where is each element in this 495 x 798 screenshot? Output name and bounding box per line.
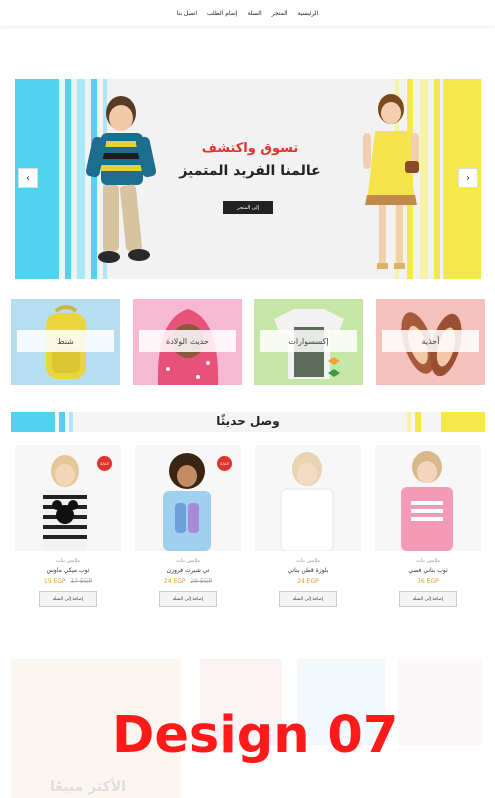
category-label: حديث الولادة xyxy=(139,330,236,352)
product-card: SALE ملابس بنات تي شيرت فروزن 24 EGP 26 … xyxy=(135,445,241,607)
product-price: 15 EGP 17 EGP xyxy=(15,578,121,585)
product-image[interactable]: SALE xyxy=(15,445,121,551)
nav-item-checkout[interactable]: إتمام الطلب xyxy=(207,10,238,17)
category-label: إكسسوارات xyxy=(260,330,357,352)
product-image[interactable]: SALE xyxy=(135,445,241,551)
current-price: 24 EGP xyxy=(163,578,186,585)
category-accessories[interactable]: إكسسوارات xyxy=(254,299,363,385)
hero-stripe xyxy=(420,79,428,279)
nav-item-cart[interactable]: السلة xyxy=(248,10,262,17)
hero-shop-button[interactable]: إلى المتجر xyxy=(223,201,273,214)
product-name[interactable]: تي شيرت فروزن xyxy=(135,567,241,574)
product-brand[interactable]: ملابس بنات xyxy=(375,558,481,564)
product-image[interactable] xyxy=(375,445,481,551)
slider-next-button[interactable]: › xyxy=(458,168,478,188)
nav-item-shop[interactable]: المتجر xyxy=(272,10,288,17)
old-price: 26 EGP xyxy=(190,578,213,585)
product-card: ملابس بنات بلوزة قطن بناتي 24 EGP إضافة … xyxy=(255,445,361,607)
add-to-cart-button[interactable]: إضافة إلى السلة xyxy=(279,591,337,607)
product-card: ملابس بنات ثوب بناتي فضي 16 EGP إضافة إل… xyxy=(375,445,481,607)
section-header: وصل حديثًا xyxy=(11,412,485,432)
faded-section-heading: الأكثر مبيعًا xyxy=(50,779,126,795)
category-bags[interactable]: شنط xyxy=(11,299,120,385)
hero-stripe xyxy=(65,79,71,279)
product-brand[interactable]: ملابس بنات xyxy=(15,558,121,564)
hero-subheadline: عالمنا الفريد المتميز xyxy=(179,163,321,179)
add-to-cart-button[interactable]: إضافة إلى السلة xyxy=(159,591,217,607)
product-photo xyxy=(401,451,453,551)
nav-menu: الرئيسية المتجر السلة إتمام الطلب اتصل ب… xyxy=(177,10,319,17)
hero-stripe xyxy=(434,79,440,279)
chevron-left-icon: ‹ xyxy=(26,172,30,184)
top-navigation: الرئيسية المتجر السلة إتمام الطلب اتصل ب… xyxy=(0,0,495,26)
sale-badge: SALE xyxy=(217,456,232,471)
current-price: 15 EGP xyxy=(43,578,66,585)
category-label: أحذية xyxy=(382,330,479,352)
girl-model-image xyxy=(363,94,419,269)
category-label: شنط xyxy=(17,330,114,352)
product-brand[interactable]: ملابس بنات xyxy=(135,558,241,564)
category-tiles: شنط حديث الولادة إكسسوارات أحذية xyxy=(11,299,485,385)
hero-banner: تسوق واكتشف عالمنا الفريد المتميز إلى ال… xyxy=(15,79,481,279)
slider-prev-button[interactable]: ‹ xyxy=(18,168,38,188)
product-price: 16 EGP xyxy=(375,578,481,585)
product-card: SALE ملابس بنات ثوب ميكي ماوس 15 EGP 17 … xyxy=(15,445,121,607)
section-title: وصل حديثًا xyxy=(216,414,280,428)
product-price: 24 EGP 26 EGP xyxy=(135,578,241,585)
product-brand[interactable]: ملابس بنات xyxy=(255,558,361,564)
product-photo xyxy=(280,452,334,551)
product-name[interactable]: بلوزة قطن بناتي xyxy=(255,567,361,574)
old-price: 17 EGP xyxy=(70,578,93,585)
category-shoes[interactable]: أحذية xyxy=(376,299,485,385)
faded-product-image xyxy=(398,659,482,745)
add-to-cart-button[interactable]: إضافة إلى السلة xyxy=(399,591,457,607)
boy-model-image xyxy=(85,96,157,263)
sale-badge: SALE xyxy=(97,456,112,471)
current-price: 16 EGP xyxy=(417,578,439,585)
hero-headline: تسوق واكتشف xyxy=(201,141,299,156)
current-price: 24 EGP xyxy=(297,578,319,585)
nav-item-home[interactable]: الرئيسية xyxy=(298,10,319,17)
product-price: 24 EGP xyxy=(255,578,361,585)
product-name[interactable]: ثوب ميكي ماوس xyxy=(15,567,121,574)
chevron-right-icon: › xyxy=(466,172,470,184)
product-name[interactable]: ثوب بناتي فضي xyxy=(375,567,481,574)
add-to-cart-button[interactable]: إضافة إلى السلة xyxy=(39,591,97,607)
product-image[interactable] xyxy=(255,445,361,551)
nav-item-contact[interactable]: اتصل بنا xyxy=(177,10,197,17)
design-watermark: Design 07 xyxy=(112,706,399,765)
category-newborn[interactable]: حديث الولادة xyxy=(133,299,242,385)
